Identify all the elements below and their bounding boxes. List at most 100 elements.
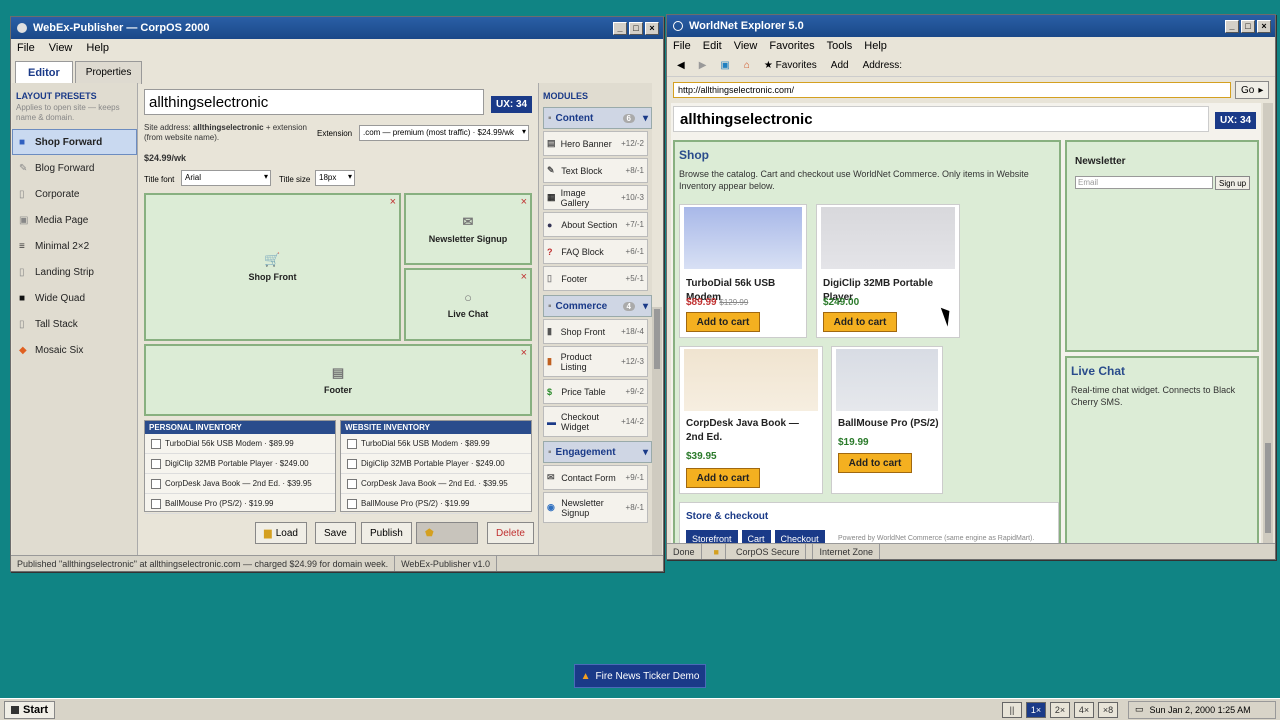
- fire-news-ticker-button[interactable]: ▲ Fire News Ticker Demo: [574, 664, 706, 688]
- speed-8x-button[interactable]: ×8: [1098, 701, 1118, 718]
- tab-editor[interactable]: Editor: [15, 61, 73, 84]
- list-item[interactable]: CorpDesk Java Book — 2nd Ed. · $39.95: [145, 474, 335, 494]
- speed-4x-button[interactable]: 4×: [1074, 701, 1094, 718]
- maximize-button[interactable]: □: [1241, 19, 1255, 33]
- menu-file[interactable]: File: [673, 40, 691, 52]
- module-newsletter-signup[interactable]: ◉ Newsletter Signup +8/-1: [543, 492, 648, 523]
- menu-view[interactable]: View: [49, 42, 73, 54]
- tile-footer[interactable]: × ▤ Footer: [144, 344, 532, 416]
- signup-button[interactable]: Sign up: [1215, 176, 1251, 190]
- checkbox[interactable]: [347, 438, 357, 449]
- checkbox[interactable]: [151, 478, 161, 489]
- module-footer[interactable]: ▯ Footer +5/-1: [543, 266, 648, 291]
- preset-mosaic-six[interactable]: ◆ Mosaic Six: [12, 337, 137, 363]
- title-font-select[interactable]: Arial ▾: [181, 170, 271, 186]
- publisher-titlebar[interactable]: WebEx-Publisher — CorpOS 2000 _ □ ×: [11, 17, 663, 39]
- extension-select[interactable]: .com — premium (most traffic) · $24.99/w…: [359, 125, 529, 141]
- close-icon[interactable]: ×: [521, 196, 527, 208]
- checkbox[interactable]: [151, 458, 161, 469]
- checkbox[interactable]: [347, 498, 357, 509]
- module-faq-block[interactable]: ? FAQ Block +6/-1: [543, 239, 648, 264]
- maximize-button[interactable]: □: [629, 21, 643, 35]
- menu-help[interactable]: Help: [86, 42, 109, 54]
- module-contact-form[interactable]: ✉ Contact Form +9/-1: [543, 465, 648, 490]
- start-button[interactable]: Start: [4, 700, 56, 719]
- tile-shop-front[interactable]: × 🛒 Shop Front: [144, 193, 401, 341]
- list-item[interactable]: BallMouse Pro (PS/2) · $19.99: [145, 494, 335, 514]
- preset-corporate[interactable]: ▯ Corporate: [12, 181, 137, 207]
- speed-2x-button[interactable]: 2×: [1050, 701, 1070, 718]
- module-price-table[interactable]: $ Price Table +9/-2: [543, 379, 648, 404]
- menu-help[interactable]: Help: [864, 40, 887, 52]
- preset-blog-forward[interactable]: ✎ Blog Forward: [12, 155, 137, 181]
- list-item[interactable]: CorpDesk Java Book — 2nd Ed. · $39.95: [341, 474, 531, 494]
- scroll-thumb[interactable]: [654, 309, 660, 369]
- list-item[interactable]: TurboDial 56k USB Modem · $89.99: [341, 434, 531, 454]
- list-item[interactable]: DigiClip 32MB Portable Player · $249.00: [341, 454, 531, 474]
- save-button[interactable]: Save: [315, 522, 356, 544]
- menu-view[interactable]: View: [734, 40, 758, 52]
- tab-checkout[interactable]: Checkout: [774, 530, 825, 543]
- title-size-select[interactable]: 18px ▾: [315, 170, 355, 186]
- tile-newsletter-signup[interactable]: × ✉ Newsletter Signup: [404, 193, 532, 265]
- list-item[interactable]: TurboDial 56k USB Modem · $89.99: [145, 434, 335, 454]
- module-group-content[interactable]: ▪ Content 6 ▾: [543, 107, 652, 129]
- preset-minimal-2-2[interactable]: ≡ Minimal 2×2: [12, 233, 137, 259]
- publish-button[interactable]: Publish: [361, 522, 412, 544]
- list-item[interactable]: DigiClip 32MB Portable Player · $249.00: [145, 454, 335, 474]
- preset-tall-stack[interactable]: ▯ Tall Stack: [12, 311, 137, 337]
- menu-edit[interactable]: Edit: [703, 40, 722, 52]
- add-to-cart-button[interactable]: Add to cart: [686, 468, 760, 488]
- module-text-block[interactable]: ✎ Text Block +8/-1: [543, 158, 648, 183]
- favorites-button[interactable]: ★ Favorites: [764, 60, 817, 71]
- menu-tools[interactable]: Tools: [827, 40, 853, 52]
- preset-media-page[interactable]: ▣ Media Page: [12, 207, 137, 233]
- preset-shop-forward[interactable]: ■ Shop Forward: [12, 129, 137, 155]
- module-about-section[interactable]: ● About Section +7/-1: [543, 212, 648, 237]
- browser-titlebar[interactable]: WorldNet Explorer 5.0 _ □ ×: [667, 15, 1275, 37]
- checkbox[interactable]: [347, 478, 357, 489]
- minimize-button[interactable]: _: [1225, 19, 1239, 33]
- delete-button[interactable]: Delete: [487, 522, 534, 544]
- preset-wide-quad[interactable]: ■ Wide Quad: [12, 285, 137, 311]
- module-product-listing[interactable]: ▮ Product Listing +12/-3: [543, 346, 648, 377]
- list-item[interactable]: BallMouse Pro (PS/2) · $19.99: [341, 494, 531, 514]
- load-button[interactable]: ▆ Load: [255, 522, 307, 544]
- browser-scrollbar[interactable]: [1263, 103, 1273, 543]
- modules-scrollbar[interactable]: [652, 307, 662, 557]
- newsletter-email-input[interactable]: Email: [1075, 176, 1213, 189]
- module-shop-front[interactable]: ▮ Shop Front +18/-4: [543, 319, 648, 344]
- go-button[interactable]: Go ▸: [1235, 81, 1270, 99]
- menu-favorites[interactable]: Favorites: [769, 40, 814, 52]
- checkbox[interactable]: [151, 498, 161, 509]
- add-to-cart-button[interactable]: Add to cart: [686, 312, 760, 332]
- back-icon[interactable]: ◀: [677, 60, 685, 71]
- add-favorite-button[interactable]: Add: [831, 60, 849, 71]
- forward-icon[interactable]: ▶: [699, 60, 707, 71]
- menu-file[interactable]: File: [17, 42, 35, 54]
- add-to-cart-button[interactable]: Add to cart: [838, 453, 912, 473]
- module-group-commerce[interactable]: ▪ Commerce 4 ▾: [543, 295, 652, 317]
- speed-1x-button[interactable]: 1×: [1026, 701, 1046, 718]
- module-hero-banner[interactable]: ▤ Hero Banner +12/-2: [543, 131, 648, 156]
- tab-storefront[interactable]: Storefront: [686, 530, 738, 543]
- site-name-input[interactable]: allthingselectronic: [144, 89, 484, 115]
- add-to-cart-button[interactable]: Add to cart: [823, 312, 897, 332]
- module-checkout-widget[interactable]: ▬ Checkout Widget +14/-2: [543, 406, 648, 437]
- address-bar[interactable]: http://allthingselectronic.com/: [673, 82, 1231, 98]
- pause-button[interactable]: ||: [1002, 701, 1022, 718]
- close-icon[interactable]: ×: [521, 271, 527, 283]
- checkbox[interactable]: [151, 438, 161, 449]
- scroll-thumb[interactable]: [1265, 443, 1271, 533]
- minimize-button[interactable]: _: [613, 21, 627, 35]
- tile-live-chat[interactable]: × ○ Live Chat: [404, 268, 532, 341]
- preset-landing-strip[interactable]: ▯ Landing Strip: [12, 259, 137, 285]
- close-button[interactable]: ×: [645, 21, 659, 35]
- refresh-icon[interactable]: ▣: [720, 60, 729, 71]
- close-icon[interactable]: ×: [390, 196, 396, 208]
- checkbox[interactable]: [347, 458, 357, 469]
- module-group-engagement[interactable]: ▪ Engagement ▾: [543, 441, 652, 463]
- home-icon[interactable]: ⌂: [744, 60, 750, 71]
- close-button[interactable]: ×: [1257, 19, 1271, 33]
- tab-properties[interactable]: Properties: [74, 61, 143, 84]
